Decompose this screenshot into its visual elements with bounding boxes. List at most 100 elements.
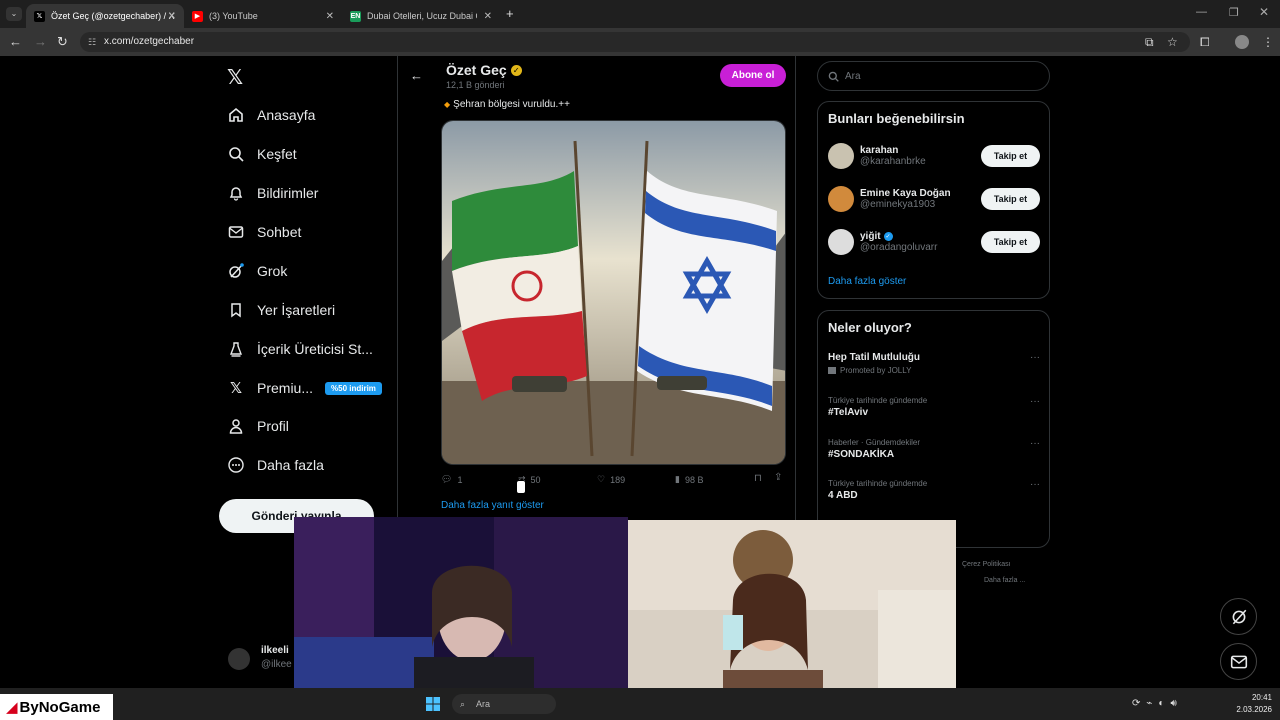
sidebar-item-label: Sohbet <box>257 224 302 240</box>
sidebar-item-premium[interactable]: 𝕏 Premiu... %50 indirim <box>228 380 382 397</box>
window-close-button[interactable]: ✕ <box>1259 5 1269 19</box>
sidebar-item-home[interactable]: Anasayfa <box>228 107 315 123</box>
trend-item[interactable]: Türkiye tarihinde gündemde #TelAviv ··· <box>828 396 1040 418</box>
user-handle: @karahanbrke <box>860 156 926 167</box>
like-count: 189 <box>610 474 626 485</box>
minimize-button[interactable]: — <box>1196 6 1207 18</box>
maximize-button[interactable]: ❐ <box>1229 6 1239 19</box>
heart-icon: ♡ <box>597 474 606 484</box>
search-box[interactable]: Ara <box>817 61 1050 91</box>
trend-item[interactable]: Haberler · Gündemdekiler #SONDAKİKA ··· <box>828 438 1040 460</box>
url-bar[interactable]: ☷ x.com/ozetgechaber <box>80 32 1190 52</box>
new-tab-button[interactable]: + <box>506 6 514 21</box>
url-text: x.com/ozetgechaber <box>104 36 195 47</box>
like-action[interactable]: ♡ 189 <box>597 474 625 485</box>
trends-title: Neler oluyor? <box>828 320 912 335</box>
clock-date[interactable]: 2.03.2026 <box>1222 705 1272 714</box>
post-count: 12,1 B gönderi <box>446 80 505 90</box>
system-tray-icons[interactable]: ⟳⌁◐🔊︎ <box>1132 698 1183 709</box>
back-arrow-icon[interactable]: ← <box>410 68 423 83</box>
install-app-icon[interactable]: ⧉ <box>1145 35 1154 50</box>
reply-action[interactable]: 💬︎ 1 <box>441 474 462 485</box>
suggestion-item[interactable]: karahan @karahanbrke Takip et <box>828 143 1040 169</box>
clock-time[interactable]: 20:41 <box>1232 693 1272 702</box>
trend-name: #TelAviv <box>828 407 869 418</box>
sidebar-item-more[interactable]: Daha fazla <box>228 457 324 473</box>
close-icon[interactable]: ✕ <box>326 11 334 22</box>
close-icon[interactable]: ✕ <box>484 11 492 22</box>
diamond-icon: ◆ <box>444 100 451 109</box>
sidebar-item-chat[interactable]: Sohbet <box>228 224 301 240</box>
browser-tab-bar: ⌄ 𝕏 Özet Geç (@ozetgechaber) / X ✕ ▶ (3)… <box>0 0 1280 28</box>
follow-button[interactable]: Takip et <box>981 145 1040 167</box>
view-count: 98 B <box>684 474 704 485</box>
tab-youtube[interactable]: ▶ (3) YouTube ✕ <box>184 4 342 28</box>
trend-name: Hep Tatil Mutluluğu <box>828 352 921 363</box>
taskbar-search[interactable]: ⌕ Ara <box>452 694 556 714</box>
sidebar-item-notifications[interactable]: Bildirimler <box>228 185 318 201</box>
back-icon[interactable]: ← <box>9 34 22 49</box>
footer-link[interactable]: Daha fazla ... <box>984 577 1025 584</box>
browser-toolbar: ← → ↻ ☷ x.com/ozetgechaber ⧉ ☆ ⧠ ⋮ <box>0 28 1280 56</box>
suggestion-item[interactable]: Emine Kaya Doğan @eminekya1903 Takip et <box>828 186 1040 212</box>
messages-fab[interactable] <box>1220 643 1257 680</box>
search-icon: ⌕ <box>460 699 466 709</box>
show-more-link[interactable]: Daha fazla göster <box>828 276 906 287</box>
close-icon[interactable]: ✕ <box>168 11 176 22</box>
share-icon[interactable]: ⇪ <box>774 472 782 483</box>
x-logo-icon[interactable]: 𝕏 <box>227 65 243 90</box>
menu-icon[interactable]: ⋮ <box>1262 35 1274 49</box>
sidebar-item-explore[interactable]: Keşfet <box>228 146 297 162</box>
grok-icon <box>1232 609 1246 624</box>
sidebar-item-grok[interactable]: Grok <box>228 263 287 279</box>
tab-x[interactable]: 𝕏 Özet Geç (@ozetgechaber) / X ✕ <box>26 4 184 28</box>
more-options-icon[interactable]: ··· <box>1030 396 1040 407</box>
user-handle: @oradangoluvarr <box>860 242 938 253</box>
profile-avatar[interactable] <box>1235 35 1249 49</box>
show-more-replies-link[interactable]: Daha fazla yanıt göster <box>441 500 544 511</box>
forward-icon[interactable]: → <box>34 34 47 49</box>
more-options-icon[interactable]: ··· <box>1030 352 1040 363</box>
avatar <box>828 186 854 212</box>
grok-icon <box>228 263 244 279</box>
mail-icon <box>228 224 244 240</box>
sidebar-item-creator-studio[interactable]: İçerik Üreticisi St... <box>228 341 373 357</box>
tab-search-button[interactable]: ⌄ <box>6 7 22 21</box>
sidebar-item-label: Yer İşaretleri <box>257 302 336 318</box>
person-icon <box>228 418 244 434</box>
site-info-icon[interactable]: ☷ <box>88 32 96 52</box>
sidebar-item-label: Keşfet <box>257 146 297 162</box>
site-icon: EN <box>350 10 361 22</box>
avatar <box>828 143 854 169</box>
user-name: yiğit <box>860 231 881 242</box>
windows-start-icon[interactable] <box>426 697 440 711</box>
search-icon <box>828 71 839 82</box>
post-text: ◆ Şehran bölgesi vuruldu.++ <box>444 99 570 110</box>
tab-dubai[interactable]: EN Dubai Otelleri, Ucuz Dubai Otelleri ✕ <box>342 4 500 28</box>
sidebar-item-label: İçerik Üreticisi St... <box>257 341 373 357</box>
post-image[interactable] <box>441 120 786 465</box>
bookmark-star-icon[interactable]: ☆ <box>1167 35 1178 49</box>
trend-item[interactable]: Türkiye tarihinde gündemde 4 ABD ··· <box>828 479 1040 501</box>
subscribe-button[interactable]: Abone ol <box>720 64 786 87</box>
search-input[interactable]: Ara <box>845 71 861 82</box>
sidebar-item-bookmarks[interactable]: Yer İşaretleri <box>228 302 335 318</box>
views-action[interactable]: ▮ 98 B <box>675 474 703 485</box>
more-options-icon[interactable]: ··· <box>1030 438 1040 449</box>
trend-item[interactable]: Hep Tatil Mutluluğu Promoted by JOLLY ··… <box>828 352 1040 375</box>
bookmark-icon[interactable]: ⊓ <box>754 473 762 484</box>
extensions-icon[interactable]: ⧠ <box>1200 35 1210 50</box>
trends-card: Neler oluyor? Hep Tatil Mutluluğu Promot… <box>817 310 1050 548</box>
sidebar-item-profile[interactable]: Profil <box>228 418 289 434</box>
more-options-icon[interactable]: ··· <box>1030 479 1040 490</box>
reload-icon[interactable]: ↻ <box>57 34 68 50</box>
post-text-content: Şehran bölgesi vuruldu.++ <box>453 99 570 110</box>
follow-button[interactable]: Takip et <box>981 188 1040 210</box>
footer-link[interactable]: Çerez Politikası <box>962 561 1011 568</box>
suggestion-item[interactable]: yiğit ✓ @oradangoluvarr Takip et <box>828 229 1040 255</box>
grok-fab[interactable] <box>1220 598 1257 635</box>
avatar[interactable] <box>228 648 250 670</box>
account-name[interactable]: ilkeeli <box>261 645 289 656</box>
follow-button[interactable]: Takip et <box>981 231 1040 253</box>
repost-count: 50 <box>530 474 541 485</box>
